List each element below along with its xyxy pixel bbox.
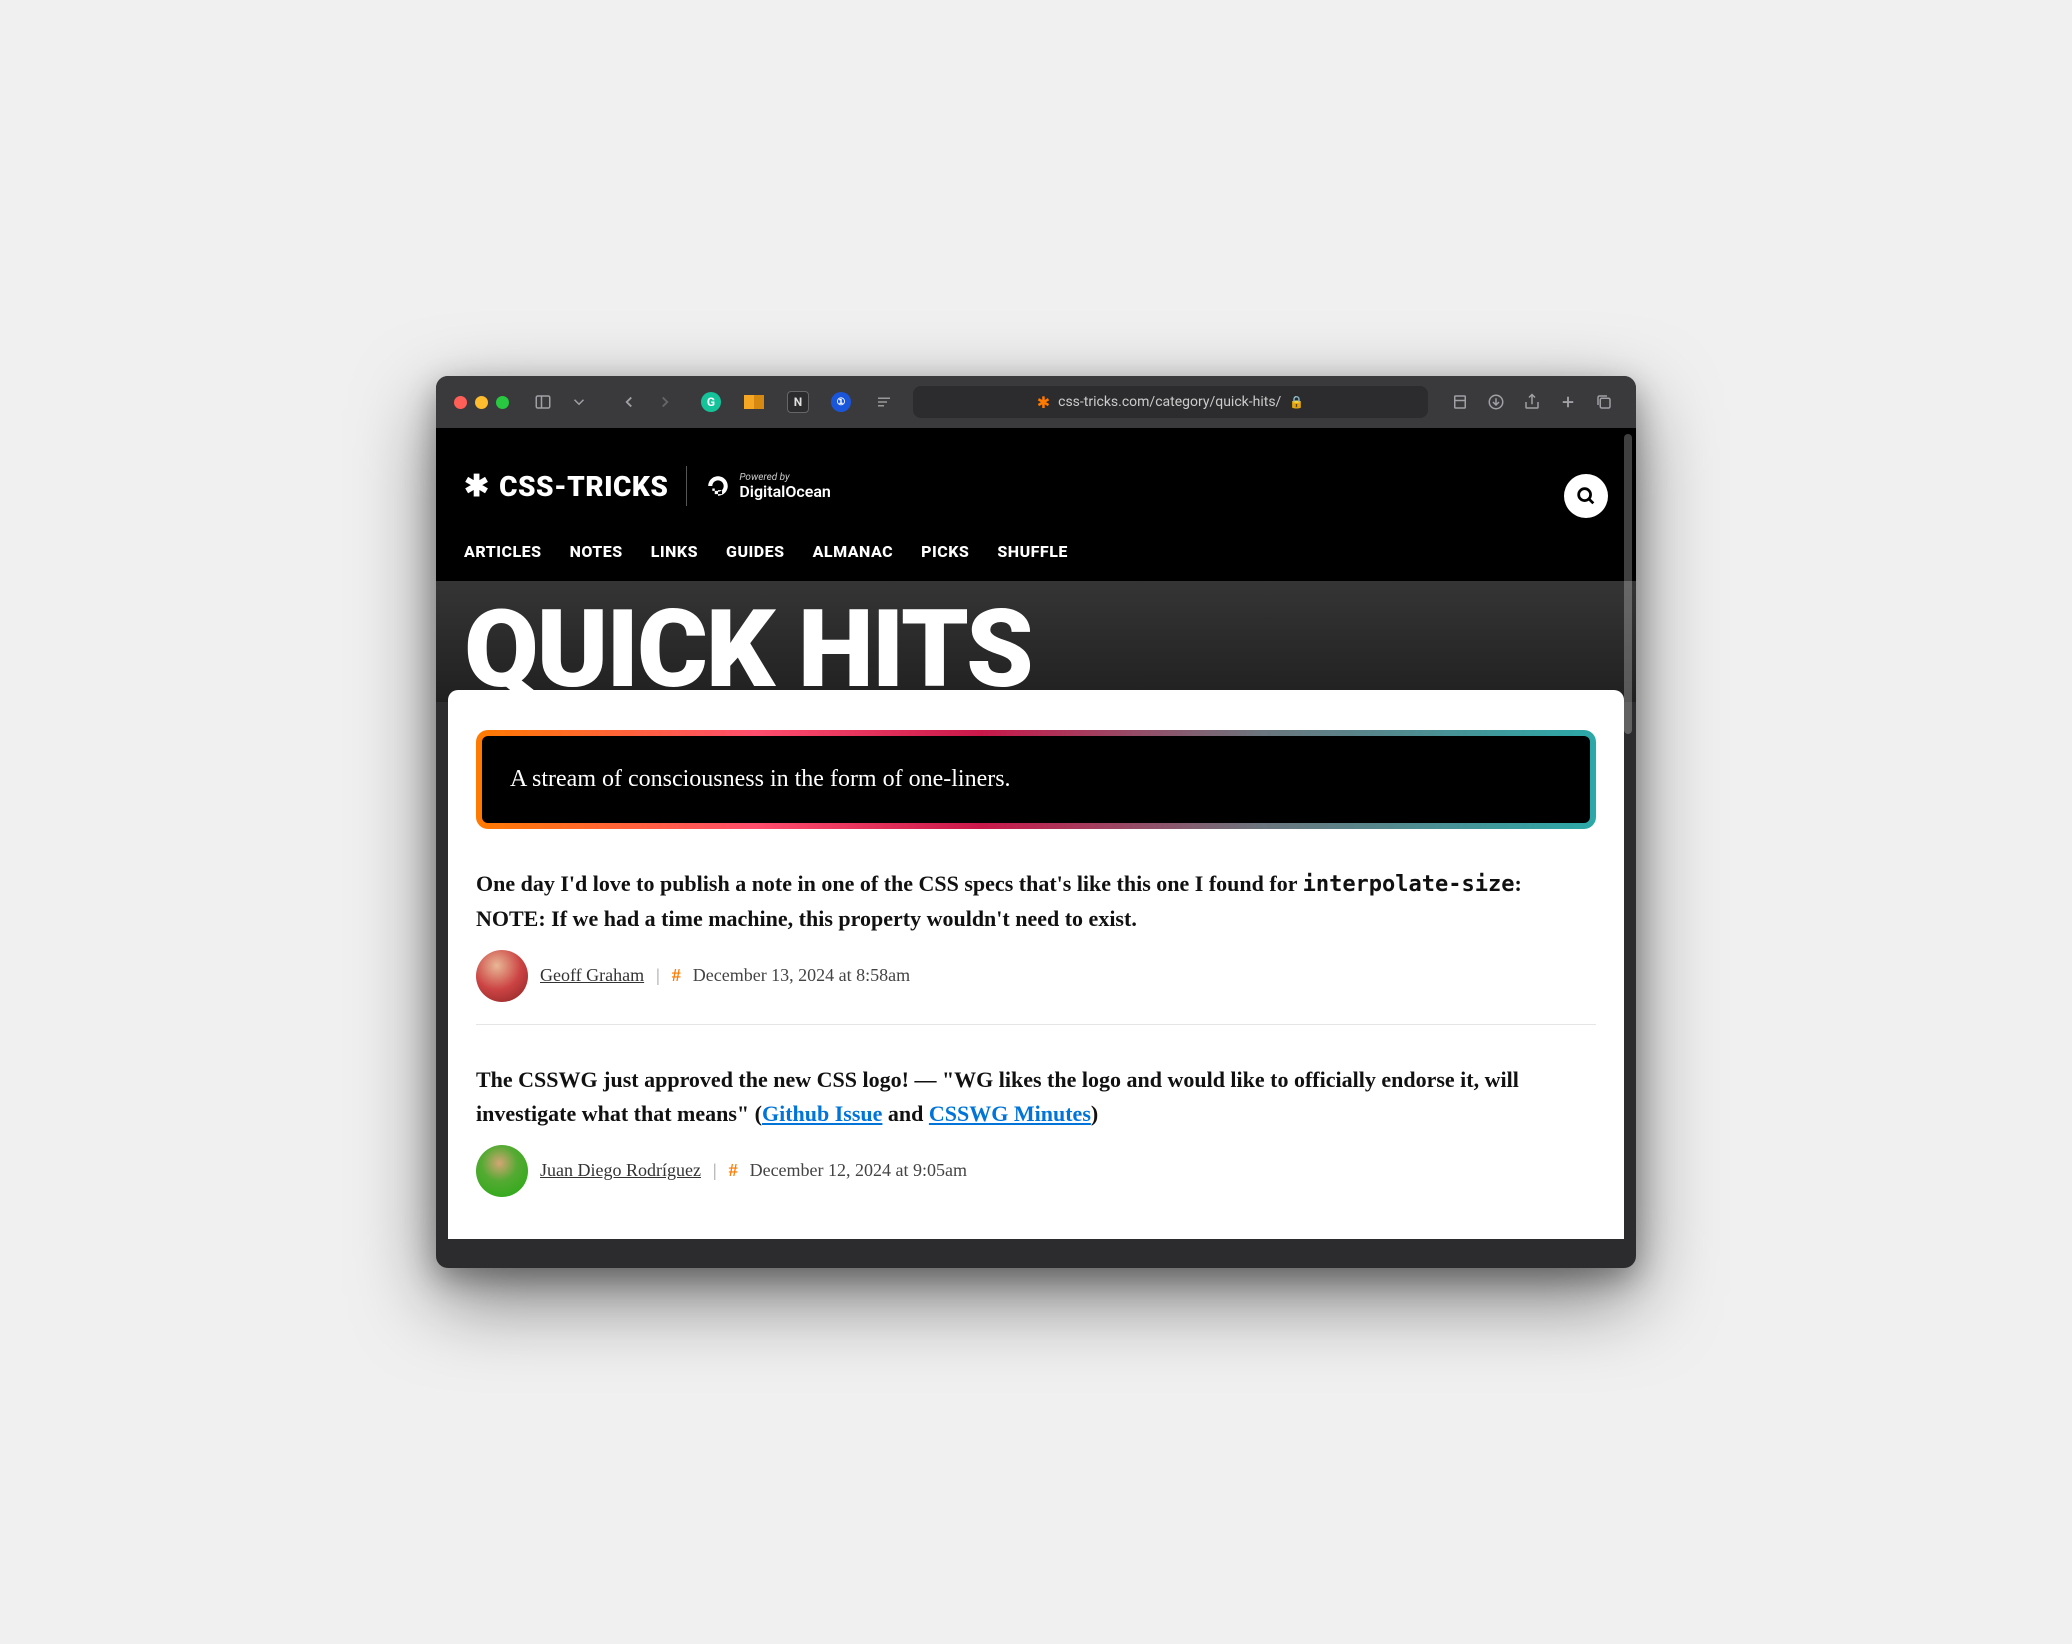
permalink-hash[interactable]: # (729, 1160, 738, 1181)
permalink-hash[interactable]: # (672, 965, 681, 986)
tabs-overview-icon[interactable] (1590, 388, 1618, 416)
post-code: interpolate-size (1303, 872, 1515, 897)
hero: QUICK HITS (436, 581, 1636, 702)
asterisk-icon: ✱ (464, 469, 489, 504)
divider (686, 466, 687, 506)
titlebar: G N ① ✱ css-tricks.com/category/quick-hi… (436, 376, 1636, 428)
nav-picks[interactable]: PICKS (921, 542, 969, 561)
url-text: css-tricks.com/category/quick-hits/ (1058, 394, 1281, 410)
post-body: The CSSWG just approved the new CSS logo… (476, 1063, 1596, 1131)
nav-almanac[interactable]: ALMANAC (813, 542, 894, 561)
main-nav: ARTICLES NOTES LINKS GUIDES ALMANAC PICK… (464, 518, 1608, 581)
site-header: ✱ CSS-TRICKS Powered by DigitalOcean ART… (436, 428, 1636, 581)
site-logo[interactable]: ✱ CSS-TRICKS (464, 469, 668, 504)
powered-by[interactable]: Powered by DigitalOcean (705, 472, 830, 501)
traffic-lights (454, 396, 509, 409)
digitalocean-icon (705, 473, 731, 499)
post-date: December 13, 2024 at 8:58am (693, 965, 910, 986)
browser-window: G N ① ✱ css-tricks.com/category/quick-hi… (436, 376, 1636, 1268)
minimize-window-button[interactable] (475, 396, 488, 409)
post-text: One day I'd love to publish a note in on… (476, 871, 1303, 896)
nav-links[interactable]: LINKS (651, 542, 698, 561)
nav-notes[interactable]: NOTES (570, 542, 623, 561)
extension-icon[interactable] (743, 391, 765, 413)
scrollbar[interactable] (1624, 434, 1632, 734)
post-item: The CSSWG just approved the new CSS logo… (476, 1025, 1596, 1219)
post-body: One day I'd love to publish a note in on… (476, 867, 1596, 936)
avatar[interactable] (476, 950, 528, 1002)
chevron-down-icon[interactable] (565, 388, 593, 416)
nav-guides[interactable]: GUIDES (726, 542, 785, 561)
logo-text: CSS-TRICKS (499, 470, 668, 503)
site-favicon-icon: ✱ (1037, 393, 1050, 412)
downloads-icon[interactable] (1482, 388, 1510, 416)
nav-shuffle[interactable]: SHUFFLE (997, 542, 1067, 561)
page-content: ✱ CSS-TRICKS Powered by DigitalOcean ART… (436, 428, 1636, 1268)
sidebar-toggle-icon[interactable] (529, 388, 557, 416)
extension-icon[interactable] (873, 391, 895, 413)
back-button[interactable] (615, 388, 643, 416)
maximize-window-button[interactable] (496, 396, 509, 409)
nav-articles[interactable]: ARTICLES (464, 542, 542, 561)
reader-mode-icon[interactable] (1446, 388, 1474, 416)
author-link[interactable]: Juan Diego Rodríguez (540, 1160, 701, 1181)
avatar[interactable] (476, 1145, 528, 1197)
post-link-github-issue[interactable]: Github Issue (762, 1101, 882, 1126)
post-text: and (882, 1101, 928, 1126)
powered-by-brand: DigitalOcean (739, 483, 830, 501)
page-title: QUICK HITS (464, 599, 1608, 702)
close-window-button[interactable] (454, 396, 467, 409)
post-link-csswg-minutes[interactable]: CSSWG Minutes (929, 1101, 1091, 1126)
new-tab-icon[interactable] (1554, 388, 1582, 416)
post-meta: Geoff Graham | # December 13, 2024 at 8:… (476, 950, 1596, 1002)
search-icon (1575, 485, 1597, 507)
share-icon[interactable] (1518, 388, 1546, 416)
post-date: December 12, 2024 at 9:05am (750, 1160, 967, 1181)
grammarly-extension-icon[interactable]: G (701, 392, 721, 412)
author-link[interactable]: Geoff Graham (540, 965, 644, 986)
content-card: A stream of consciousness in the form of… (448, 690, 1624, 1239)
description-text: A stream of consciousness in the form of… (510, 766, 1562, 793)
description-box: A stream of consciousness in the form of… (476, 730, 1596, 829)
post-text: ) (1091, 1101, 1098, 1126)
forward-button[interactable] (651, 388, 679, 416)
lock-icon: 🔒 (1289, 395, 1304, 409)
separator: | (656, 965, 660, 986)
search-button[interactable] (1564, 474, 1608, 518)
onepassword-extension-icon[interactable]: ① (831, 392, 851, 412)
post-item: One day I'd love to publish a note in on… (476, 829, 1596, 1025)
notion-extension-icon[interactable]: N (787, 391, 809, 413)
separator: | (713, 1160, 717, 1181)
url-bar[interactable]: ✱ css-tricks.com/category/quick-hits/ 🔒 (913, 386, 1428, 418)
post-meta: Juan Diego Rodríguez | # December 12, 20… (476, 1145, 1596, 1197)
